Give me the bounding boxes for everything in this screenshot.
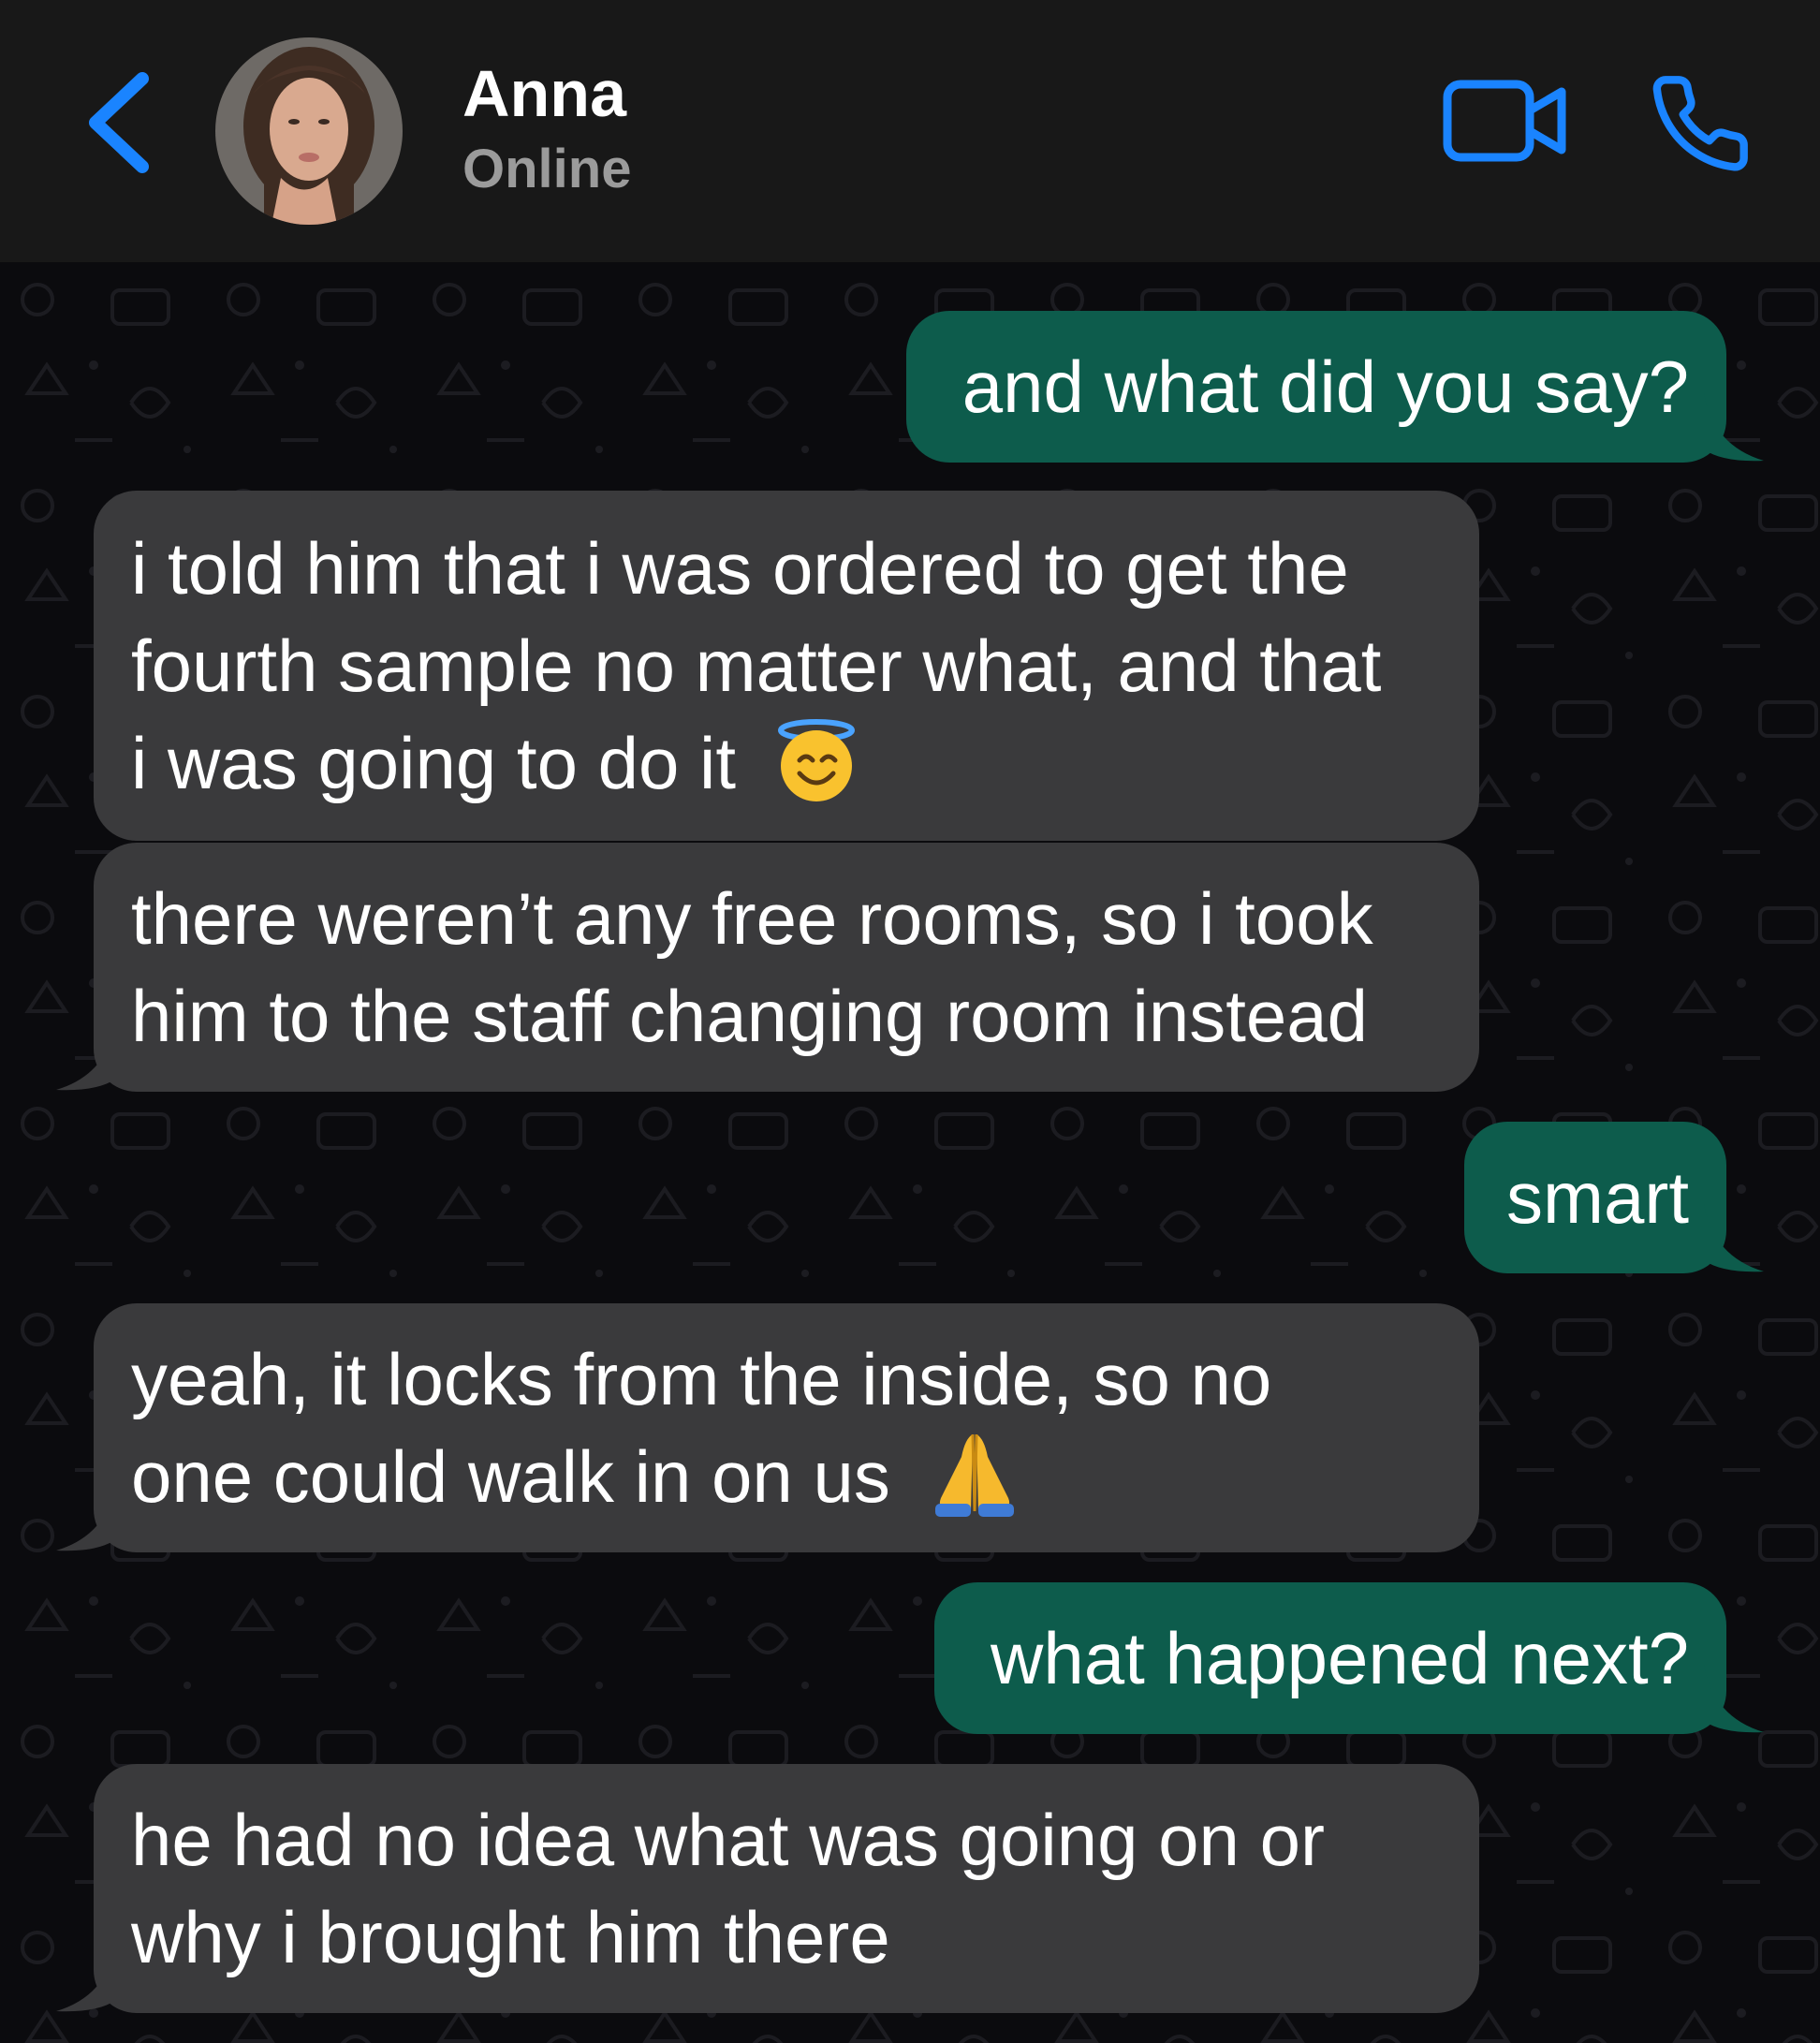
bubble-tail [1704,393,1764,462]
message-text-line: why i brought him there [131,1896,890,1978]
video-camera-icon [1443,80,1566,162]
incoming-message[interactable]: yeah, it locks from the inside, so no on… [94,1303,1479,1552]
message-text: and what did you say? [961,345,1689,428]
message-text-line: him to the staff changing room instead [131,975,1369,1057]
message-text: smart [1506,1156,1689,1239]
contact-name: Anna [462,57,626,130]
chat-header: Anna Online [0,0,1820,262]
voice-call-button[interactable] [1648,71,1753,176]
video-call-button[interactable] [1442,79,1569,165]
outgoing-message[interactable]: what happened next? [934,1582,1726,1734]
incoming-message[interactable]: there weren’t any free rooms, so i took … [94,843,1479,1092]
outgoing-message[interactable]: and what did you say? [906,311,1726,463]
avatar[interactable] [215,37,403,225]
message-list[interactable]: and what did you say? i told him that i … [0,262,1820,2043]
back-button[interactable] [77,62,161,184]
message-text-line: one could walk in on us [131,1435,890,1518]
message-text: what happened next? [991,1617,1689,1699]
bubble-tail [56,1483,116,1551]
smiling-face-with-halo-emoji [777,719,855,802]
chevron-left-icon [89,72,149,173]
bubble-tail [1704,1204,1764,1272]
bubble-tail [56,1944,116,2012]
message-text-line: he had no idea what was going on or [131,1799,1325,1881]
phone-icon [1652,76,1748,171]
bubble-tail [56,1022,116,1091]
avatar-photo [215,37,403,225]
incoming-message[interactable]: he had no idea what was going on or why … [94,1764,1479,2013]
message-text-line: yeah, it locks from the inside, so no [131,1338,1272,1420]
message-text-line: i was going to do it [131,722,737,804]
folded-hands-emoji [934,1434,1014,1518]
outgoing-message[interactable]: smart [1464,1122,1726,1273]
chat-screen: Anna Online and what did you say? i told… [0,0,1820,2043]
message-text-line: fourth sample no matter what, and that [131,625,1382,707]
incoming-message[interactable]: i told him that i was ordered to get the… [94,491,1479,841]
bubble-tail [1704,1665,1764,1733]
message-text-line: i told him that i was ordered to get the [131,527,1349,610]
message-text-line: there weren’t any free rooms, so i took [131,877,1373,960]
contact-status: Online [462,139,632,199]
